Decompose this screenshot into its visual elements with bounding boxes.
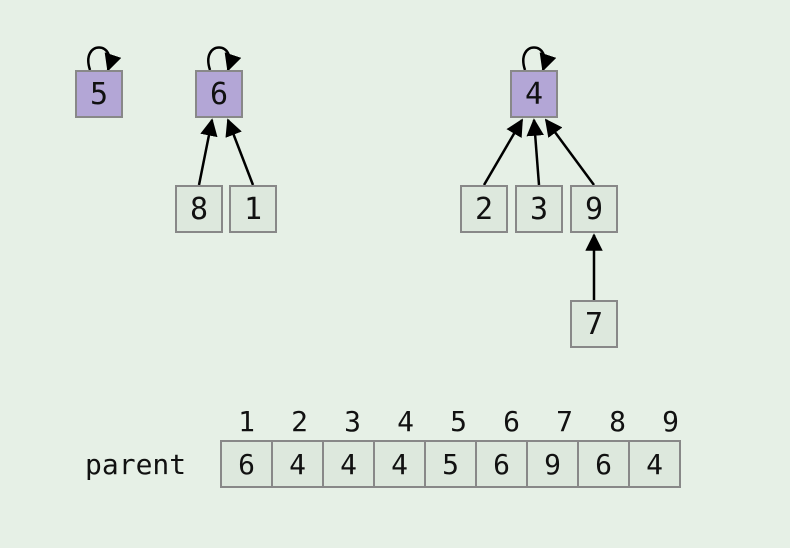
node-8: 8 (175, 185, 223, 233)
edge-3-4-icon (534, 120, 539, 185)
self-loop-4-icon (523, 48, 544, 71)
node-4: 4 (510, 70, 558, 118)
node-6: 6 (195, 70, 243, 118)
node-9-label: 9 (585, 192, 603, 227)
node-2: 2 (460, 185, 508, 233)
parent-value-cell: 6 (220, 440, 273, 488)
parent-value-cell: 6 (475, 440, 528, 488)
parent-value-cell: 9 (526, 440, 579, 488)
node-3-label: 3 (530, 192, 548, 227)
node-8-label: 8 (190, 192, 208, 227)
parent-value-cell: 6 (577, 440, 630, 488)
edge-8-6-icon (199, 120, 212, 185)
parent-value-cell: 4 (271, 440, 324, 488)
node-1: 1 (229, 185, 277, 233)
node-9: 9 (570, 185, 618, 233)
parent-value-cell: 5 (424, 440, 477, 488)
parent-value-row: 6 4 4 4 5 6 9 6 4 (220, 440, 697, 488)
self-loop-6-icon (208, 48, 229, 71)
node-2-label: 2 (475, 192, 493, 227)
parent-index-cell: 2 (273, 400, 326, 440)
parent-index-cell: 7 (538, 400, 591, 440)
parent-index-cell: 4 (379, 400, 432, 440)
parent-index-row: 1 2 3 4 5 6 7 8 9 (220, 400, 697, 440)
parent-index-cell: 9 (644, 400, 697, 440)
edge-9-4-icon (546, 120, 594, 185)
parent-index-cell: 8 (591, 400, 644, 440)
edge-1-6-icon (228, 120, 253, 185)
parent-index-cell: 1 (220, 400, 273, 440)
node-1-label: 1 (244, 192, 262, 227)
edge-2-4-icon (484, 120, 522, 185)
node-7: 7 (570, 300, 618, 348)
node-5: 5 (75, 70, 123, 118)
parent-array-label: parent (85, 448, 186, 481)
self-loop-5-icon (88, 48, 109, 71)
parent-value-cell: 4 (628, 440, 681, 488)
node-3: 3 (515, 185, 563, 233)
node-6-label: 6 (210, 77, 228, 112)
parent-value-cell: 4 (373, 440, 426, 488)
parent-index-cell: 6 (485, 400, 538, 440)
node-7-label: 7 (585, 307, 603, 342)
parent-value-cell: 4 (322, 440, 375, 488)
parent-index-cell: 5 (432, 400, 485, 440)
node-4-label: 4 (525, 77, 543, 112)
parent-index-cell: 3 (326, 400, 379, 440)
node-5-label: 5 (90, 77, 108, 112)
